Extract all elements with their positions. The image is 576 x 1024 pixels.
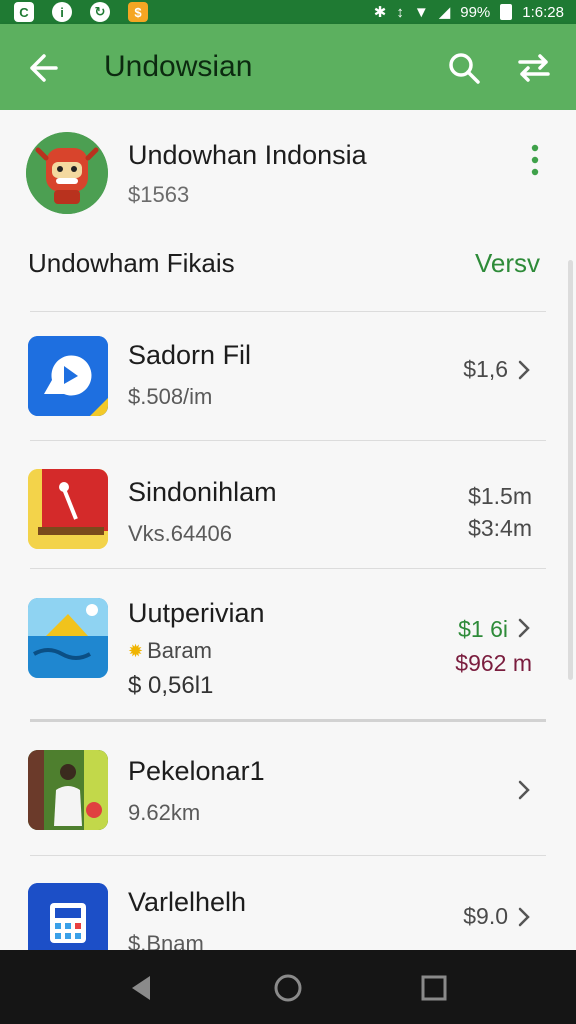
- list-item[interactable]: Uutperivian ✹ Baram $ 0,56l1 $1 6i $962 …: [0, 598, 576, 726]
- clock: 1:6:28: [522, 3, 564, 21]
- row-subtitle: 9.62km: [128, 800, 201, 825]
- row-price: $1,6: [463, 356, 508, 382]
- status-bar: C i ↻ $ ✱ ↕ ▼ ◢ 99% 1:6:28: [0, 0, 576, 24]
- app-bar: Undowsian: [0, 24, 576, 110]
- row-title: Uutperivian: [128, 598, 265, 628]
- notification-icon: C: [14, 2, 34, 22]
- swap-icon[interactable]: [512, 48, 556, 88]
- person-photo-icon: [28, 750, 108, 830]
- chat-bubble-icon: [28, 336, 108, 416]
- chevron-right-icon[interactable]: [514, 358, 534, 382]
- row-title: Sindonihlam: [128, 477, 277, 507]
- divider: [30, 440, 546, 441]
- section-title: Undowham Fikais: [28, 248, 235, 278]
- content-area: Undowhan Indonsia $1563 Undowham Fikais …: [0, 110, 576, 950]
- row-price: $1.5m: [468, 483, 532, 509]
- row-title: Varlelhelh: [128, 887, 247, 917]
- red-card-icon: [28, 469, 108, 549]
- bluetooth-icon: ✱: [373, 4, 387, 21]
- row-price-secondary: $962 m: [455, 650, 532, 676]
- list-item[interactable]: Sindonihlam Vks.64406 $1.5m $3:4m: [0, 469, 576, 597]
- more-vert-icon[interactable]: [522, 142, 548, 178]
- profile-amount: $1563: [128, 182, 190, 207]
- row-subtitle: $.508/im: [128, 384, 213, 409]
- divider: [30, 855, 546, 856]
- search-icon[interactable]: [444, 48, 484, 88]
- divider: [30, 719, 546, 722]
- star-icon: ✹: [128, 640, 144, 661]
- row-title: Pekelonar1: [128, 756, 265, 786]
- list-item[interactable]: Varlelhelh $.Bnam $9.0: [0, 883, 576, 950]
- status-right: ✱ ↕ ▼ ◢ 99% 1:6:28: [374, 0, 564, 24]
- battery-percent: 99%: [460, 3, 491, 21]
- row-price: $9.0: [463, 903, 508, 929]
- wifi-icon: ▼: [413, 3, 429, 21]
- status-left: C i ↻ $: [14, 0, 148, 24]
- row-badge-label: Baram: [147, 638, 212, 663]
- page-title: Undowsian: [104, 50, 253, 83]
- arrow-left-icon[interactable]: [24, 48, 64, 88]
- battery-icon: [500, 4, 513, 20]
- row-price: $1 6i: [458, 616, 508, 642]
- profile-avatar[interactable]: [26, 132, 108, 214]
- chevron-right-icon[interactable]: [514, 778, 534, 802]
- list-item[interactable]: Sadorn Fil $.508/im $1,6: [0, 336, 576, 464]
- row-subtitle: Vks.64406: [128, 521, 232, 546]
- chevron-right-icon[interactable]: [514, 616, 534, 640]
- signal-icon: ◢: [438, 4, 451, 21]
- row-subtitle: $.Bnam: [128, 931, 204, 950]
- divider: [30, 311, 546, 312]
- navigation-bar: [0, 950, 576, 1024]
- section-action-link[interactable]: Versv: [475, 248, 540, 279]
- refresh-icon: ↻: [90, 2, 110, 22]
- nav-home-icon[interactable]: [270, 970, 306, 1006]
- sea-landscape-icon: [28, 598, 108, 678]
- row-title: Sadorn Fil: [128, 340, 252, 370]
- mascot-icon: [26, 132, 108, 214]
- vibrate-icon: ↕: [396, 3, 404, 21]
- nav-back-icon[interactable]: [124, 970, 160, 1006]
- profile-name: Undowhan Indonsia: [128, 140, 367, 170]
- divider: [30, 568, 546, 569]
- scrollbar[interactable]: [568, 260, 573, 680]
- list-item[interactable]: Pekelonar1 9.62km: [0, 750, 576, 878]
- row-price-secondary: $3:4m: [468, 515, 532, 541]
- info-icon: i: [52, 2, 72, 22]
- nav-recents-icon[interactable]: [416, 970, 452, 1006]
- chevron-right-icon[interactable]: [514, 905, 534, 929]
- row-subtitle: $ 0,56l1: [128, 672, 214, 699]
- app-notification-icon: $: [128, 2, 148, 22]
- calculator-icon: [28, 883, 108, 950]
- row-badge: ✹ Baram: [128, 638, 212, 664]
